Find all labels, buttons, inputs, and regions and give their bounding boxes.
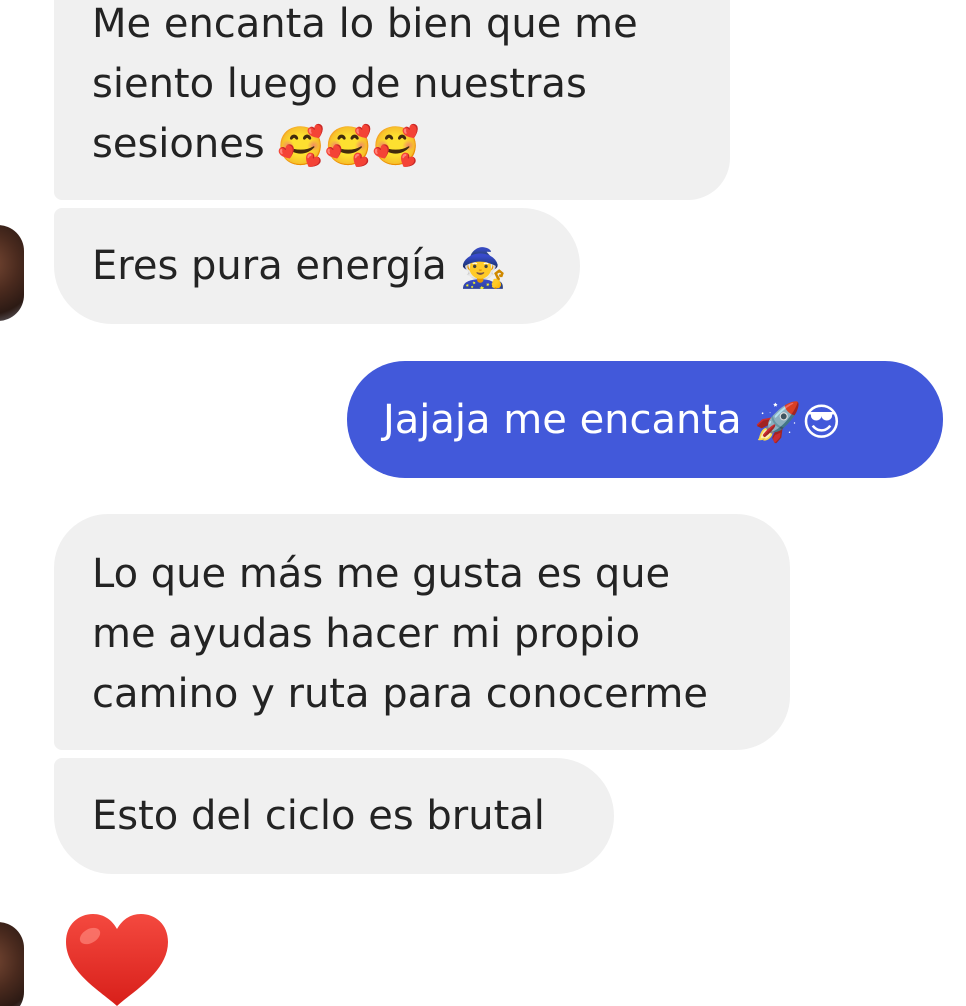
message-bubble-incoming[interactable]: Me encanta lo bien que me siento luego d…: [54, 0, 730, 200]
message-text: sesiones: [92, 121, 265, 167]
message-bubble-incoming[interactable]: Eres pura energía 🧙: [54, 208, 580, 324]
contact-avatar[interactable]: [0, 922, 24, 1006]
message-bubble-incoming[interactable]: Esto del ciclo es brutal: [54, 758, 614, 874]
wizard-emoji-icon: 🧙: [459, 246, 507, 290]
message-text-line: Lo que más me gusta es que: [92, 551, 671, 597]
rocket-sunglasses-emoji-icon: 🚀😎: [754, 400, 842, 444]
smiling-hearts-emoji-icon: 🥰🥰🥰: [277, 124, 420, 168]
contact-avatar[interactable]: [0, 225, 24, 321]
message-text: Eres pura energía: [92, 243, 447, 289]
message-text-line: sesiones 🥰🥰🥰: [92, 114, 730, 174]
message-text-line: camino y ruta para conocerme: [92, 671, 708, 717]
heart-icon[interactable]: [62, 910, 172, 1006]
message-bubble-outgoing[interactable]: Jajaja me encanta 🚀😎: [347, 361, 943, 478]
message-text: Esto del ciclo es brutal: [92, 793, 545, 839]
message-text-line: me ayudas hacer mi propio: [92, 611, 641, 657]
message-text: Jajaja me encanta: [383, 397, 742, 443]
message-text-line: siento luego de nuestras: [92, 61, 587, 107]
message-bubble-incoming[interactable]: Lo que más me gusta es que me ayudas hac…: [54, 514, 790, 750]
message-text-line: Me encanta lo bien que me: [92, 1, 638, 47]
heart-emoji-graphic: [66, 914, 168, 1006]
